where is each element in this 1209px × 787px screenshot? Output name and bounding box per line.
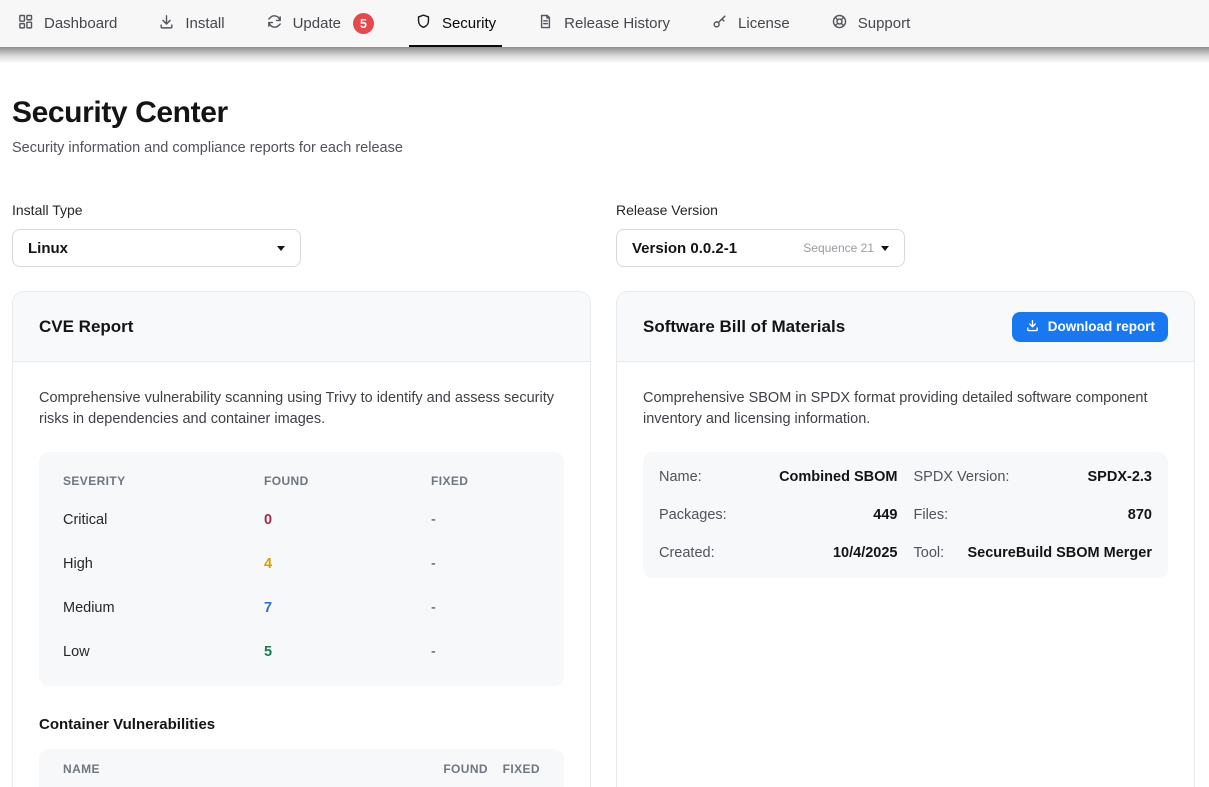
field-value: 870 xyxy=(1128,507,1152,523)
release-version-label: Release Version xyxy=(616,202,1195,218)
tab-update[interactable]: Update 5 xyxy=(266,0,374,47)
sbom-field-spdx-version: SPDX Version: SPDX-2.3 xyxy=(914,458,1153,496)
release-version-select[interactable]: Version 0.0.2-1 Sequence 21 xyxy=(616,229,905,267)
fixed-count: - xyxy=(431,556,540,572)
main-content: Security Center Security information and… xyxy=(0,96,1209,787)
column-header-severity: SEVERITY xyxy=(63,474,264,488)
column-header-found: FOUND xyxy=(408,762,488,776)
sbom-field-tool: Tool: SecureBuild SBOM Merger xyxy=(914,534,1153,572)
key-icon xyxy=(711,13,728,34)
tab-label: Install xyxy=(185,15,224,32)
sbom-field-name: Name: Combined SBOM xyxy=(659,458,898,496)
sbom-info-grid: Name: Combined SBOM SPDX Version: SPDX-2… xyxy=(643,452,1168,578)
cve-report-body: Comprehensive vulnerability scanning usi… xyxy=(13,362,590,787)
found-count: 7 xyxy=(264,600,431,616)
release-sequence-label: Sequence 21 xyxy=(803,241,874,255)
sbom-header: Software Bill of Materials Download repo… xyxy=(617,292,1194,362)
container-table-header: NAME FOUND FIXED xyxy=(39,749,564,787)
field-label: SPDX Version: xyxy=(914,469,1010,485)
fixed-count: - xyxy=(431,644,540,660)
chevron-down-icon xyxy=(881,246,889,251)
severity-label: Medium xyxy=(63,600,264,616)
tab-label: License xyxy=(738,15,790,32)
tab-security[interactable]: Security xyxy=(415,0,496,47)
field-value: SPDX-2.3 xyxy=(1088,469,1152,485)
cve-report-card: CVE Report Comprehensive vulnerability s… xyxy=(12,291,591,787)
header-shadow-divider xyxy=(0,47,1209,63)
found-count: 5 xyxy=(264,644,431,660)
field-label: Packages: xyxy=(659,507,727,523)
field-value: 449 xyxy=(873,507,897,523)
sbom-body: Comprehensive SBOM in SPDX format provid… xyxy=(617,362,1194,604)
cve-report-title: CVE Report xyxy=(39,317,133,337)
page-subtitle: Security information and compliance repo… xyxy=(12,140,1195,156)
severity-label: High xyxy=(63,556,264,572)
tab-label: Update xyxy=(293,15,341,32)
fixed-count: - xyxy=(431,600,540,616)
fixed-count: - xyxy=(431,512,540,528)
severity-label: Critical xyxy=(63,512,264,528)
tab-label: Dashboard xyxy=(44,15,117,32)
table-row: Medium 7 - xyxy=(63,586,540,630)
severity-table: SEVERITY FOUND FIXED Critical 0 - High 4… xyxy=(39,452,564,686)
cve-report-description: Comprehensive vulnerability scanning usi… xyxy=(39,388,559,430)
refresh-icon xyxy=(266,13,283,34)
column-header-fixed: FIXED xyxy=(488,762,540,776)
field-label: Tool: xyxy=(914,545,945,561)
chevron-down-icon xyxy=(277,246,285,251)
update-count-badge: 5 xyxy=(353,13,374,34)
sbom-field-packages: Packages: 449 xyxy=(659,496,898,534)
page-title: Security Center xyxy=(12,96,1195,130)
cve-report-header: CVE Report xyxy=(13,292,590,362)
top-navigation: Dashboard Install Update 5 Security Rele… xyxy=(0,0,1209,47)
field-label: Created: xyxy=(659,545,715,561)
field-label: Files: xyxy=(914,507,949,523)
tab-label: Release History xyxy=(564,15,670,32)
severity-table-header: SEVERITY FOUND FIXED xyxy=(63,460,540,498)
tab-label: Security xyxy=(442,15,496,32)
download-report-label: Download report xyxy=(1048,319,1155,334)
download-icon xyxy=(1025,318,1040,336)
release-version-filter: Release Version Version 0.0.2-1 Sequence… xyxy=(616,202,1195,267)
sbom-description: Comprehensive SBOM in SPDX format provid… xyxy=(643,388,1163,430)
filters-row: Install Type Linux Release Version Versi… xyxy=(12,202,1195,267)
severity-label: Low xyxy=(63,644,264,660)
install-type-value: Linux xyxy=(28,240,68,257)
column-header-found: FOUND xyxy=(264,474,431,488)
sbom-title: Software Bill of Materials xyxy=(643,317,845,337)
sbom-card: Software Bill of Materials Download repo… xyxy=(616,291,1195,787)
container-vulnerabilities-title: Container Vulnerabilities xyxy=(39,716,564,733)
document-icon xyxy=(537,13,554,34)
tab-label: Support xyxy=(858,15,911,32)
report-cards: CVE Report Comprehensive vulnerability s… xyxy=(12,291,1195,787)
tab-dashboard[interactable]: Dashboard xyxy=(17,0,117,47)
install-type-filter: Install Type Linux xyxy=(12,202,591,267)
tab-install[interactable]: Install xyxy=(158,0,224,47)
release-version-value: Version 0.0.2-1 xyxy=(632,240,737,257)
sbom-field-created: Created: 10/4/2025 xyxy=(659,534,898,572)
field-label: Name: xyxy=(659,469,702,485)
install-type-label: Install Type xyxy=(12,202,591,218)
lifebuoy-icon xyxy=(831,13,848,34)
column-header-name: NAME xyxy=(63,762,408,776)
field-value: SecureBuild SBOM Merger xyxy=(967,545,1152,561)
download-report-button[interactable]: Download report xyxy=(1012,312,1168,342)
install-type-select[interactable]: Linux xyxy=(12,229,301,267)
download-icon xyxy=(158,13,175,34)
found-count: 4 xyxy=(264,556,431,572)
tab-release-history[interactable]: Release History xyxy=(537,0,670,47)
table-row: Critical 0 - xyxy=(63,498,540,542)
table-row: Low 5 - xyxy=(63,630,540,674)
shield-icon xyxy=(415,13,432,34)
found-count: 0 xyxy=(264,512,431,528)
sbom-field-files: Files: 870 xyxy=(914,496,1153,534)
column-header-fixed: FIXED xyxy=(431,474,540,488)
field-value: Combined SBOM xyxy=(779,469,897,485)
field-value: 10/4/2025 xyxy=(833,545,898,561)
table-row: High 4 - xyxy=(63,542,540,586)
dashboard-grid-icon xyxy=(17,13,34,34)
tab-license[interactable]: License xyxy=(711,0,790,47)
tab-support[interactable]: Support xyxy=(831,0,911,47)
